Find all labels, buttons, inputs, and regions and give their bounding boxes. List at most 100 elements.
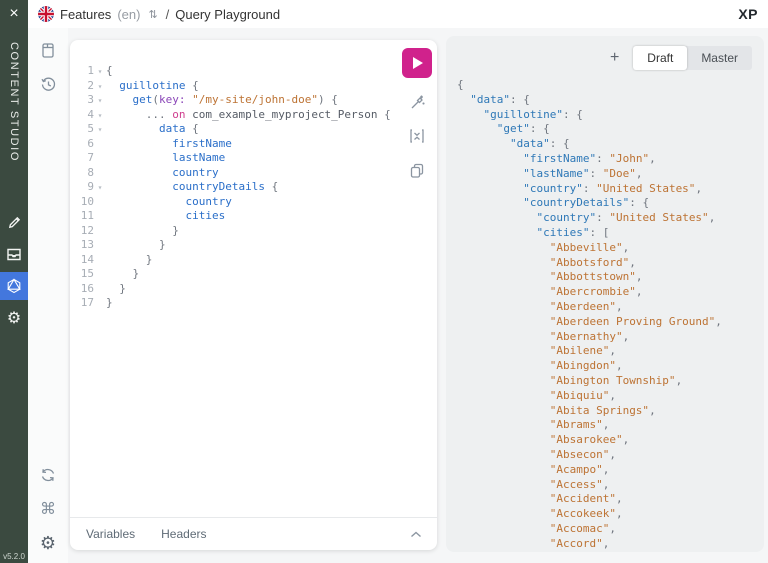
app-name-vertical: CONTENT STUDIO: [8, 42, 20, 192]
result-code-line: "Abernathy",: [457, 330, 764, 345]
line-number: 3: [74, 93, 94, 108]
line-number: 14: [74, 253, 94, 268]
result-code-line: "data": {: [457, 137, 764, 152]
result-code-line: "get": {: [457, 122, 764, 137]
refresh-icon[interactable]: [38, 465, 58, 485]
line-number: 2: [74, 79, 94, 94]
result-code-line: "firstName": "John",: [457, 152, 764, 167]
result-code-line: "data": {: [457, 93, 764, 108]
project-name: Features: [60, 7, 111, 22]
merge-fragments-icon[interactable]: [408, 126, 426, 146]
add-tab-icon[interactable]: +: [610, 50, 619, 66]
editor-code-line[interactable]: 8 country: [74, 166, 397, 181]
edit-icon[interactable]: [0, 208, 28, 236]
editor-code-line[interactable]: 10 country: [74, 195, 397, 210]
result-panel: + Draft Master { "data": { "guillotine":…: [446, 36, 764, 552]
editor-code-line[interactable]: 12 }: [74, 224, 397, 239]
branch-master-button[interactable]: Master: [687, 46, 752, 70]
inbox-icon[interactable]: [0, 240, 28, 268]
shortcuts-icon[interactable]: ⌘: [38, 499, 58, 519]
result-code-line: {: [457, 78, 764, 93]
settings-icon[interactable]: ⚙: [0, 304, 28, 332]
editor-code-line[interactable]: 15 }: [74, 267, 397, 282]
editor-code-line[interactable]: 7 lastName: [74, 151, 397, 166]
editor-code-line[interactable]: 17}: [74, 296, 397, 311]
editor-code-line[interactable]: 1▾{: [74, 64, 397, 79]
query-playground-icon[interactable]: [0, 272, 28, 300]
result-code-line: "Accoville",: [457, 552, 764, 553]
fold-arrow-icon[interactable]: ▾: [94, 94, 106, 109]
result-code-line: "Aberdeen Proving Ground",: [457, 315, 764, 330]
query-result-json: { "data": { "guillotine": { "get": { "da…: [446, 72, 764, 552]
result-code-line: "Access",: [457, 478, 764, 493]
line-number: 8: [74, 166, 94, 181]
line-number: 11: [74, 209, 94, 224]
copy-icon[interactable]: [409, 160, 425, 180]
play-icon: [413, 57, 423, 69]
fold-arrow-icon[interactable]: ▾: [94, 80, 106, 95]
fold-arrow-icon[interactable]: ▾: [94, 109, 106, 124]
editor-code-line[interactable]: 9▾ countryDetails {: [74, 180, 397, 195]
line-number: 5: [74, 122, 94, 137]
result-code-line: "Aberdeen",: [457, 300, 764, 315]
settings-gear-icon[interactable]: ⚙: [38, 533, 58, 553]
line-number: 13: [74, 238, 94, 253]
result-code-line: "lastName": "Doe",: [457, 167, 764, 182]
branch-draft-button[interactable]: Draft: [633, 46, 687, 70]
tab-headers[interactable]: Headers: [161, 527, 206, 541]
breadcrumb-separator: /: [166, 7, 170, 22]
editor-code-line[interactable]: 13 }: [74, 238, 397, 253]
editor-code-line[interactable]: 14 }: [74, 253, 397, 268]
result-code-line: "Accord",: [457, 537, 764, 552]
top-bar: Features (en) ⇅ / Query Playground XP: [28, 0, 768, 28]
project-language: (en): [117, 7, 140, 22]
editor-code-line[interactable]: 11 cities: [74, 209, 397, 224]
result-code-line: "country": "United States",: [457, 211, 764, 226]
uk-flag-icon: [38, 6, 54, 22]
result-code-line: "Accokeek",: [457, 507, 764, 522]
xp-logo: XP: [738, 6, 758, 22]
result-code-line: "Abiquiu",: [457, 389, 764, 404]
result-code-line: "Abingdon",: [457, 359, 764, 374]
line-number: 12: [74, 224, 94, 239]
line-number: 15: [74, 267, 94, 282]
editor-code-line[interactable]: 2▾ guillotine {: [74, 79, 397, 94]
close-icon[interactable]: ×: [0, 0, 28, 28]
prettify-icon[interactable]: [408, 92, 426, 112]
line-number: 16: [74, 282, 94, 297]
project-selector[interactable]: Features (en) ⇅: [38, 6, 158, 22]
line-number: 10: [74, 195, 94, 210]
result-code-line: "Abbeville",: [457, 241, 764, 256]
result-code-line: "Absarokee",: [457, 433, 764, 448]
app-sidebar: × CONTENT STUDIO ⚙ v5.2.0: [0, 0, 28, 563]
fold-arrow-icon[interactable]: ▾: [94, 65, 106, 80]
result-code-line: "Abercrombie",: [457, 285, 764, 300]
result-code-line: "Abbotsford",: [457, 256, 764, 271]
branch-switcher: Draft Master: [633, 46, 752, 70]
line-number: 1: [74, 64, 94, 79]
result-code-line: "Abita Springs",: [457, 404, 764, 419]
chevron-up-icon[interactable]: [409, 530, 423, 539]
line-number: 7: [74, 151, 94, 166]
fold-arrow-icon[interactable]: ▾: [94, 181, 106, 196]
result-code-line: "Abington Township",: [457, 374, 764, 389]
docs-icon[interactable]: [38, 40, 58, 60]
editor-code-line[interactable]: 16 }: [74, 282, 397, 297]
query-editor-card: 1▾{2▾ guillotine {3▾ get(key: "/my-site/…: [70, 40, 437, 550]
tab-variables[interactable]: Variables: [86, 527, 135, 541]
query-editor[interactable]: 1▾{2▾ guillotine {3▾ get(key: "/my-site/…: [74, 64, 397, 516]
line-number: 9: [74, 180, 94, 195]
project-switch-icon: ⇅: [148, 8, 157, 21]
fold-arrow-icon[interactable]: ▾: [94, 123, 106, 138]
execute-query-button[interactable]: [402, 48, 432, 78]
result-code-line: "guillotine": {: [457, 108, 764, 123]
editor-code-line[interactable]: 3▾ get(key: "/my-site/john-doe") {: [74, 93, 397, 108]
result-code-line: "country": "United States",: [457, 182, 764, 197]
editor-code-line[interactable]: 4▾ ... on com_example_myproject_Person {: [74, 108, 397, 123]
editor-code-line[interactable]: 6 firstName: [74, 137, 397, 152]
result-code-line: "Accomac",: [457, 522, 764, 537]
editor-code-line[interactable]: 5▾ data {: [74, 122, 397, 137]
history-icon[interactable]: [38, 74, 58, 94]
editor-actions: [402, 48, 432, 180]
result-code-line: "Abbottstown",: [457, 270, 764, 285]
